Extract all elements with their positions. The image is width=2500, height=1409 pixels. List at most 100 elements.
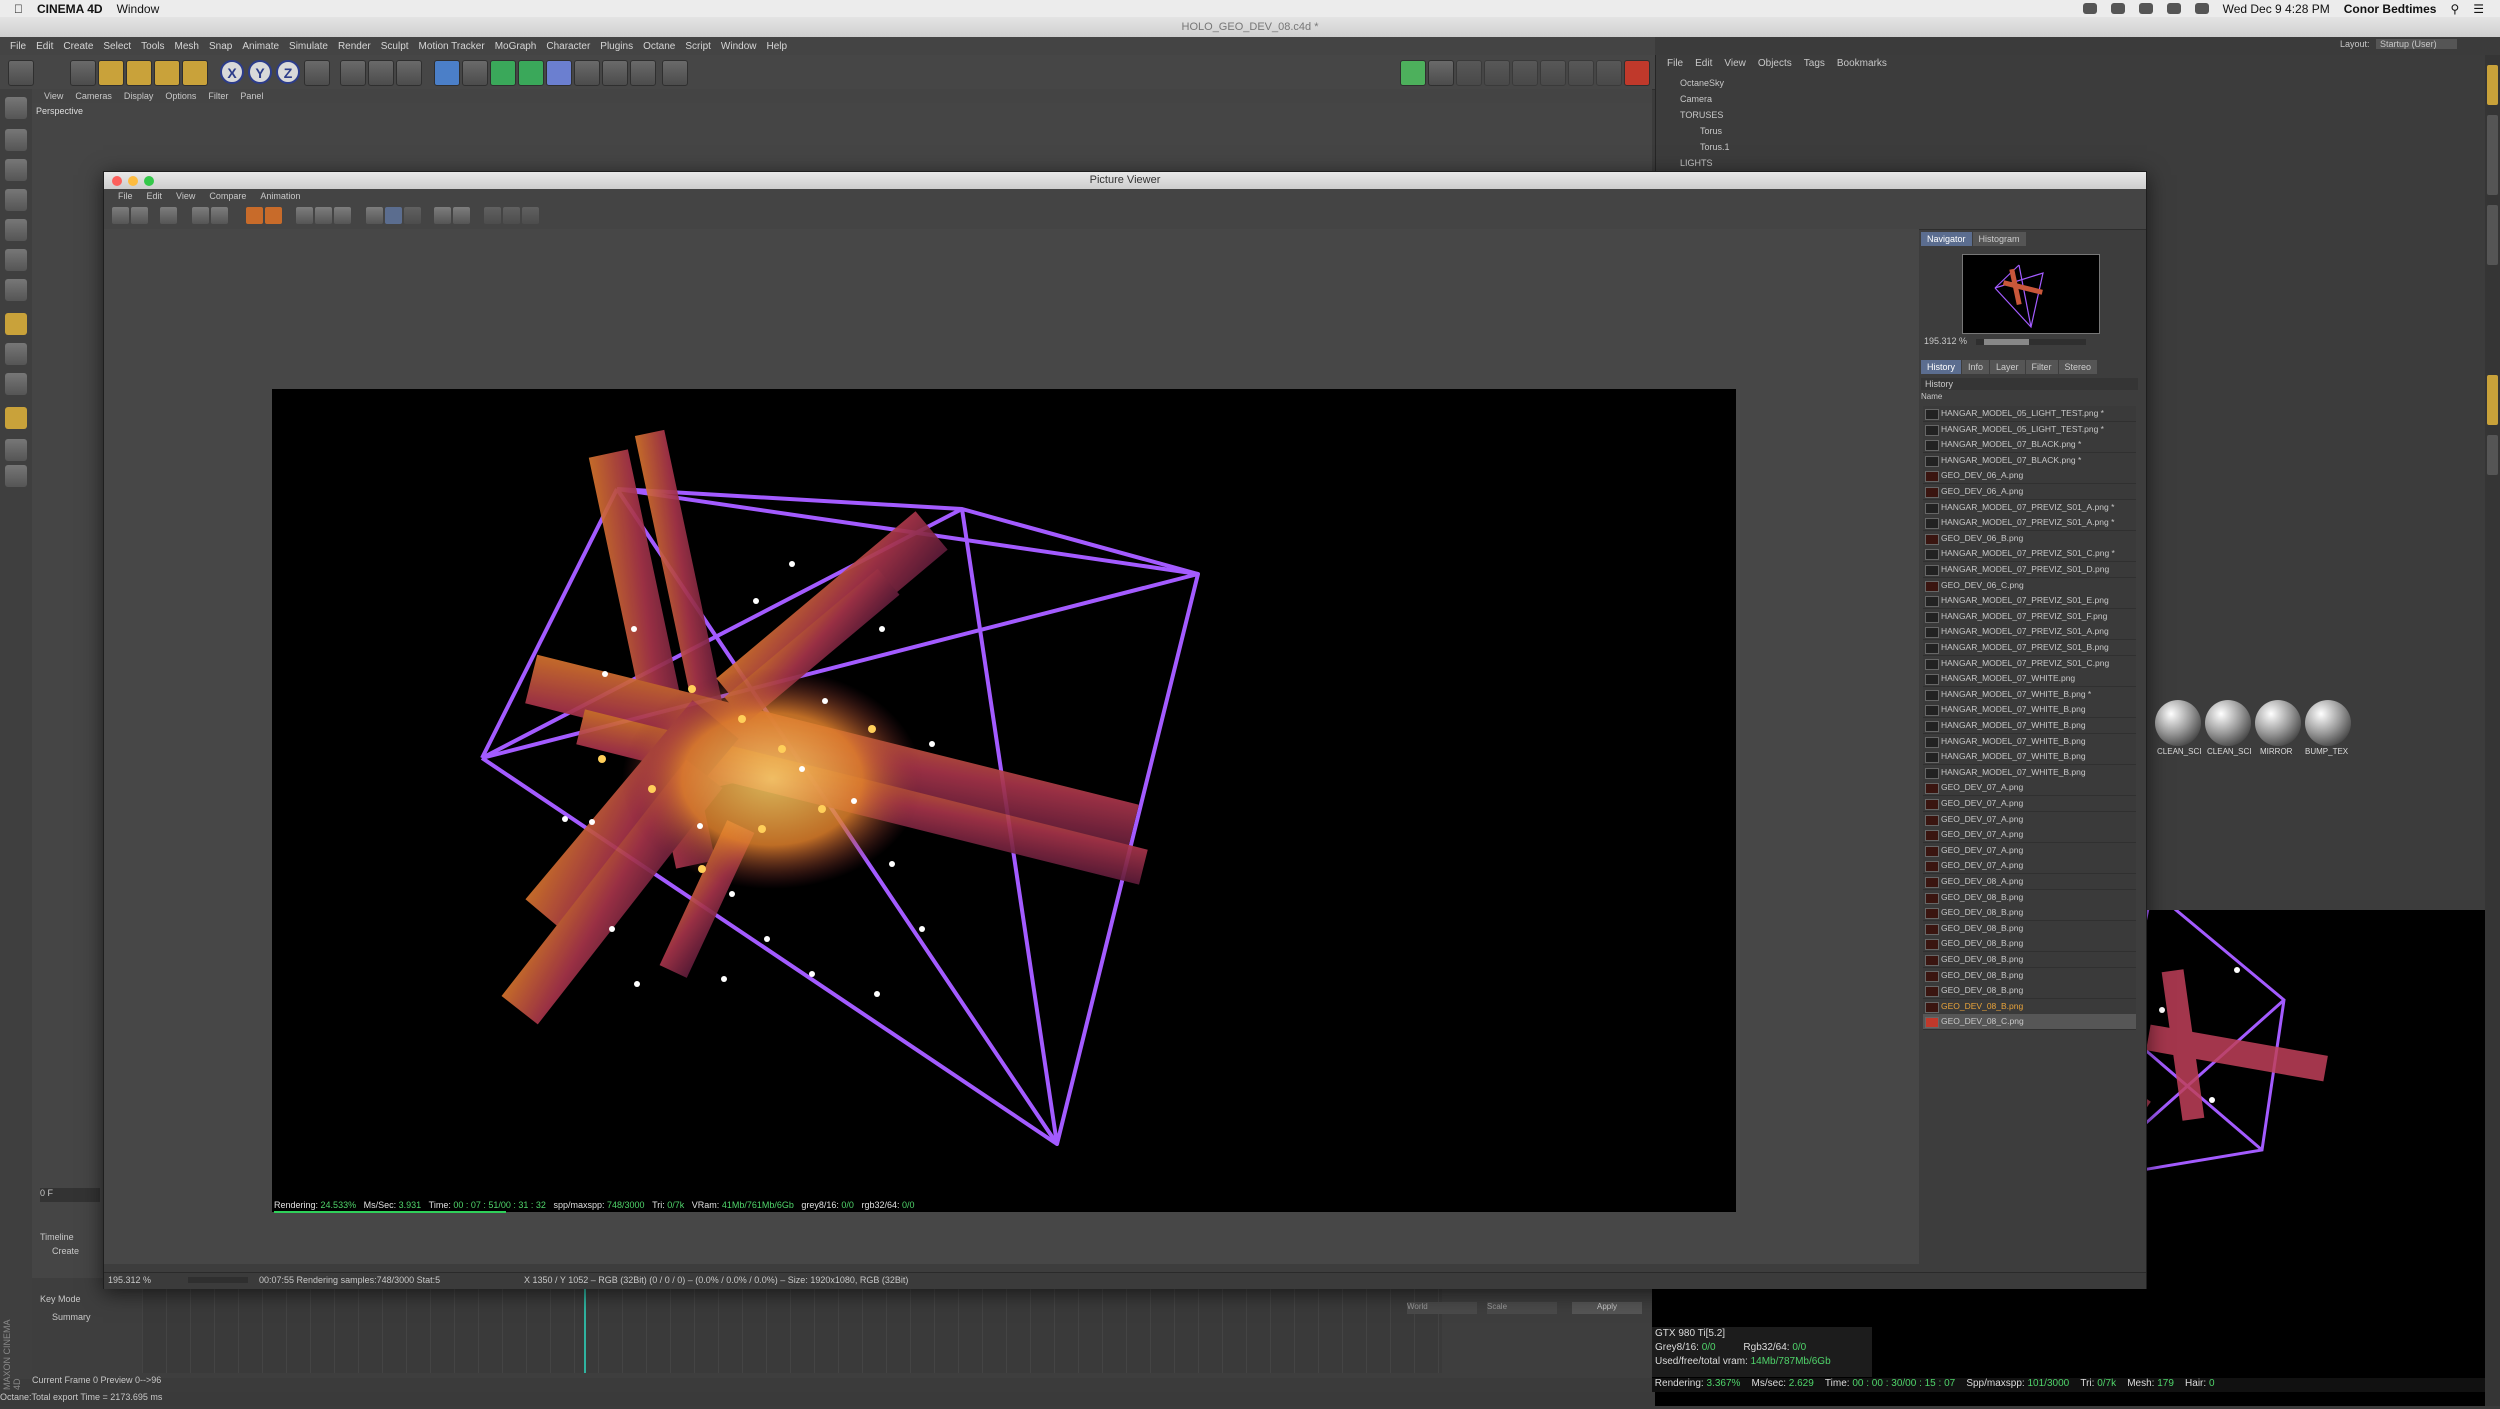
object-row[interactable]: Torus.1 bbox=[1660, 140, 2480, 155]
menu-item[interactable]: Select bbox=[103, 41, 131, 52]
om-menu-item[interactable]: File bbox=[1667, 58, 1683, 72]
material-swatch[interactable] bbox=[2205, 700, 2251, 746]
menu-item[interactable]: Snap bbox=[209, 41, 232, 52]
deformer-icon[interactable] bbox=[546, 60, 572, 86]
open-icon[interactable] bbox=[112, 207, 129, 224]
stop-render-icon[interactable] bbox=[160, 207, 177, 224]
history-item[interactable]: GEO_DEV_08_B.png bbox=[1923, 952, 2136, 968]
history-item[interactable]: HANGAR_MODEL_07_WHITE_B.png bbox=[1923, 702, 2136, 719]
octane-live-icon[interactable] bbox=[1400, 60, 1426, 86]
frame-field[interactable]: 0 F bbox=[40, 1188, 100, 1202]
zoom-slider-thumb[interactable] bbox=[1983, 338, 2029, 345]
object-row[interactable]: Torus bbox=[1660, 124, 2480, 139]
compare-a-icon[interactable] bbox=[246, 207, 263, 224]
move-icon[interactable] bbox=[98, 60, 124, 86]
menu-item[interactable]: Motion Tracker bbox=[419, 41, 485, 52]
viewport-menu-item[interactable]: Options bbox=[165, 91, 196, 101]
render-region-icon[interactable] bbox=[211, 207, 228, 224]
om-menu-item[interactable]: Tags bbox=[1804, 58, 1825, 72]
compare-b-icon[interactable] bbox=[265, 207, 282, 224]
history-item[interactable]: HANGAR_MODEL_07_PREVIZ_S01_C.png * bbox=[1923, 546, 2136, 563]
world-dropdown[interactable]: World bbox=[1407, 1302, 1477, 1314]
scale-icon[interactable] bbox=[126, 60, 152, 86]
toggle-icon[interactable] bbox=[315, 207, 332, 224]
menu-item[interactable]: Edit bbox=[36, 41, 53, 52]
history-item[interactable]: GEO_DEV_08_B.png bbox=[1923, 936, 2136, 953]
viewport-menu-item[interactable]: View bbox=[44, 91, 63, 101]
battery-icon[interactable] bbox=[2194, 3, 2209, 14]
rotate-icon[interactable] bbox=[154, 60, 180, 86]
light-icon[interactable] bbox=[630, 60, 656, 86]
z-axis-icon[interactable]: Z bbox=[276, 60, 300, 84]
history-item[interactable]: GEO_DEV_07_A.png bbox=[1923, 858, 2136, 875]
menu-item[interactable]: Simulate bbox=[289, 41, 328, 52]
layout-selector[interactable]: Layout: Startup (User) bbox=[2340, 39, 2457, 49]
toggle-icon[interactable] bbox=[334, 207, 351, 224]
menu-item[interactable]: Tools bbox=[141, 41, 164, 52]
pv-menu-item[interactable]: File bbox=[118, 191, 133, 201]
menu-item[interactable]: Script bbox=[685, 41, 711, 52]
history-item[interactable]: GEO_DEV_07_A.png bbox=[1923, 811, 2136, 828]
menu-item[interactable]: Sculpt bbox=[381, 41, 409, 52]
material-swatch[interactable] bbox=[2255, 700, 2301, 746]
history-item[interactable]: HANGAR_MODEL_07_BLACK.png * bbox=[1923, 437, 2136, 454]
tab-filter[interactable]: Filter bbox=[2025, 360, 2058, 374]
timeline-create-menu[interactable]: Create bbox=[52, 1246, 79, 1256]
side-tab[interactable] bbox=[2487, 65, 2498, 105]
history-item[interactable]: GEO_DEV_06_A.png bbox=[1923, 484, 2136, 500]
history-item[interactable]: HANGAR_MODEL_07_WHITE_B.png * bbox=[1923, 686, 2136, 703]
history-item[interactable]: GEO_DEV_08_B.png bbox=[1923, 983, 2136, 1000]
axis-icon[interactable] bbox=[5, 313, 27, 335]
texture-mode-icon[interactable] bbox=[5, 159, 27, 181]
camera-icon[interactable] bbox=[602, 60, 628, 86]
render-settings-icon[interactable] bbox=[396, 60, 422, 86]
render-picture-viewer-icon[interactable] bbox=[368, 60, 394, 86]
history-item[interactable]: GEO_DEV_08_B.png bbox=[1923, 889, 2136, 906]
pv-menu-item[interactable]: Animation bbox=[260, 191, 300, 201]
magnet-icon[interactable] bbox=[5, 407, 27, 429]
history-item[interactable]: HANGAR_MODEL_07_WHITE_B.png bbox=[1923, 733, 2136, 750]
navigator-thumbnail[interactable] bbox=[1962, 254, 2100, 334]
status-icon[interactable] bbox=[2138, 3, 2153, 14]
status-icon[interactable] bbox=[2110, 3, 2125, 14]
tab-layer[interactable]: Layer bbox=[1990, 360, 2025, 374]
history-item[interactable]: GEO_DEV_08_B.png bbox=[1923, 998, 2136, 1015]
om-menu-item[interactable]: Bookmarks bbox=[1837, 58, 1887, 72]
viewport-menu-item[interactable]: Display bbox=[124, 91, 154, 101]
history-item[interactable]: GEO_DEV_07_A.png bbox=[1923, 796, 2136, 812]
layout-icon[interactable] bbox=[484, 207, 501, 224]
save-icon[interactable] bbox=[131, 207, 148, 224]
menu-item[interactable]: Window bbox=[721, 41, 757, 52]
octane-icon[interactable] bbox=[1568, 60, 1594, 86]
minimize-icon[interactable] bbox=[128, 176, 138, 186]
app-menu[interactable]: CINEMA 4D bbox=[37, 2, 103, 16]
undo-icon[interactable] bbox=[8, 60, 34, 86]
layout-value[interactable]: Startup (User) bbox=[2376, 39, 2457, 49]
workplane-icon[interactable] bbox=[5, 189, 27, 211]
wifi-icon[interactable] bbox=[2166, 3, 2181, 14]
filter-icon[interactable] bbox=[434, 207, 451, 224]
settings-icon[interactable] bbox=[662, 60, 688, 86]
playhead[interactable] bbox=[584, 1288, 586, 1373]
zoom-icon[interactable] bbox=[144, 176, 154, 186]
history-item[interactable]: HANGAR_MODEL_07_BLACK.png * bbox=[1923, 452, 2136, 469]
spline-icon[interactable] bbox=[462, 60, 488, 86]
om-menu-item[interactable]: Edit bbox=[1695, 58, 1712, 72]
toggle-icon[interactable] bbox=[296, 207, 313, 224]
history-item[interactable]: HANGAR_MODEL_07_PREVIZ_S01_A.png * bbox=[1923, 499, 2136, 516]
octane-icon[interactable] bbox=[1512, 60, 1538, 86]
edges-mode-icon[interactable] bbox=[5, 249, 27, 271]
history-item[interactable]: GEO_DEV_06_B.png bbox=[1923, 530, 2136, 547]
window-menu[interactable]: Window bbox=[117, 2, 160, 16]
menu-item[interactable]: Animate bbox=[242, 41, 279, 52]
nurbs-icon[interactable] bbox=[490, 60, 516, 86]
layout-icon[interactable] bbox=[503, 207, 520, 224]
recent-tools-icon[interactable] bbox=[182, 60, 208, 86]
status-zoom-slider[interactable] bbox=[188, 1277, 248, 1283]
array-icon[interactable] bbox=[518, 60, 544, 86]
side-tab[interactable] bbox=[2487, 435, 2498, 475]
menu-item[interactable]: Character bbox=[546, 41, 590, 52]
history-item[interactable]: GEO_DEV_08_A.png bbox=[1923, 874, 2136, 890]
history-item[interactable]: GEO_DEV_08_B.png bbox=[1923, 967, 2136, 984]
history-item[interactable]: HANGAR_MODEL_07_PREVIZ_S01_A.png * bbox=[1923, 515, 2136, 532]
